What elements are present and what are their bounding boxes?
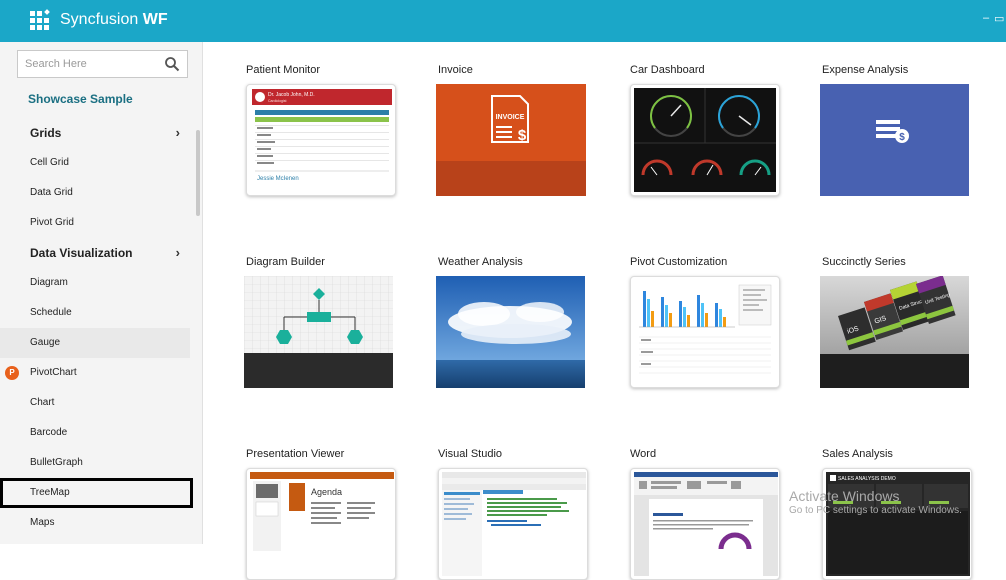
sidebar-item-label: Diagram <box>30 277 68 288</box>
sidebar-item-barcode[interactable]: Barcode <box>0 418 190 448</box>
sample-tile-car-dashboard[interactable]: Car Dashboard <box>630 64 780 196</box>
word-thumbnail[interactable] <box>630 468 780 580</box>
sidebar-scrollbar[interactable] <box>196 130 200 216</box>
doctor-role: Cardiologist <box>268 99 287 103</box>
sample-tile-visual-studio[interactable]: Visual Studio <box>438 448 588 580</box>
search-box <box>17 50 188 78</box>
sidebar-item-gauge[interactable]: Gauge <box>0 328 190 358</box>
chevron-right-icon: › <box>175 125 180 140</box>
app-title-prefix: Syncfusion <box>60 11 139 28</box>
diagram-builder-thumbnail[interactable] <box>244 276 393 388</box>
sample-tile-word[interactable]: Word <box>630 448 780 580</box>
svg-text:$: $ <box>899 132 905 143</box>
maximize-button[interactable]: ▭ <box>994 12 1004 25</box>
app-title-suffix: WF <box>142 11 168 28</box>
showcase-sample-header[interactable]: Showcase Sample <box>28 92 133 106</box>
sample-title: Sales Analysis <box>822 448 893 460</box>
sample-title: Patient Monitor <box>246 64 320 76</box>
pivot-customization-thumbnail[interactable] <box>630 276 780 388</box>
sample-title: Visual Studio <box>438 448 503 460</box>
sales-analysis-header: SALES ANALYSIS DEMO <box>838 476 896 482</box>
sidebar-item-label: Maps <box>30 517 55 528</box>
sidebar-item-label: BulletGraph <box>30 457 83 468</box>
sidebar-item-label: Chart <box>30 397 55 408</box>
sidebar: Showcase Sample Grids › Cell Grid Data Gr… <box>0 42 203 544</box>
sample-title: Word <box>630 448 657 460</box>
sidebar-item-label: Grids <box>30 126 62 140</box>
sidebar-item-treemap[interactable]: TreeMap <box>0 478 193 508</box>
sample-tile-succinctly-series[interactable]: Succinctly Series iOS GIS Data Structure… <box>820 256 972 388</box>
sidebar-item-grids[interactable]: Grids › <box>0 118 190 148</box>
sample-tile-patient-monitor[interactable]: Patient Monitor Dr. Jacob John, M.D. Car… <box>246 64 396 196</box>
sidebar-item-pivot-grid[interactable]: Pivot Grid <box>0 208 190 238</box>
sidebar-nav: Grids › Cell Grid Data Grid Pivot Grid Da… <box>0 118 193 538</box>
sidebar-item-schedule[interactable]: Schedule <box>0 298 190 328</box>
doctor-name: Dr. Jacob John, M.D. <box>268 92 315 98</box>
sample-title: Presentation Viewer <box>246 448 345 460</box>
sidebar-item-cell-grid[interactable]: Cell Grid <box>0 148 190 178</box>
sample-tile-diagram-builder[interactable]: Diagram Builder <box>244 256 396 388</box>
sidebar-item-label: Barcode <box>30 427 68 438</box>
sidebar-item-diagram[interactable]: Diagram <box>0 268 190 298</box>
sample-tile-sales-analysis[interactable]: Sales Analysis SALES ANALYSIS DEMO <box>822 448 972 580</box>
search-input[interactable] <box>18 51 158 77</box>
visual-studio-thumbnail[interactable] <box>438 468 588 580</box>
sales-analysis-thumbnail[interactable]: SALES ANALYSIS DEMO <box>822 468 972 580</box>
sidebar-item-maps[interactable]: Maps <box>0 508 190 538</box>
sidebar-item-chart[interactable]: Chart <box>0 388 190 418</box>
sample-tile-expense-analysis[interactable]: Expense Analysis $ <box>820 64 972 196</box>
sidebar-item-data-grid[interactable]: Data Grid <box>0 178 190 208</box>
expense-analysis-thumbnail[interactable]: $ <box>820 84 969 196</box>
sidebar-item-bulletgraph[interactable]: BulletGraph <box>0 448 190 478</box>
sidebar-item-label: PivotChart <box>30 367 77 378</box>
patient-name: Jessie McIenen <box>257 176 299 182</box>
sidebar-item-pivotchart[interactable]: P PivotChart <box>0 358 190 388</box>
invoice-label: INVOICE <box>496 114 525 121</box>
sample-tile-invoice[interactable]: Invoice INVOICE $ <box>436 64 588 196</box>
sample-title: Weather Analysis <box>438 256 523 268</box>
presentation-viewer-thumbnail[interactable]: Agenda <box>246 468 396 580</box>
sample-title: Diagram Builder <box>246 256 325 268</box>
invoice-thumbnail[interactable]: INVOICE $ <box>436 84 586 196</box>
sample-title: Invoice <box>438 64 473 76</box>
succinctly-series-thumbnail[interactable]: iOS GIS Data Structures Unit Testing <box>820 276 969 388</box>
sample-title: Car Dashboard <box>630 64 705 76</box>
chevron-right-icon: › <box>175 245 180 260</box>
sample-title: Pivot Customization <box>630 256 728 268</box>
sample-title: Expense Analysis <box>822 64 909 76</box>
sidebar-item-data-visualization[interactable]: Data Visualization › <box>0 238 190 268</box>
app-title: Syncfusion WF <box>60 11 168 29</box>
syncfusion-logo-icon <box>30 9 50 30</box>
preview-badge: P <box>5 366 19 380</box>
sample-title: Succinctly Series <box>822 256 906 268</box>
sidebar-item-label: Pivot Grid <box>30 217 74 228</box>
minimize-button[interactable]: – <box>983 12 989 24</box>
weather-analysis-thumbnail[interactable] <box>436 276 585 388</box>
sidebar-item-label: Cell Grid <box>30 157 69 168</box>
sidebar-item-label: Gauge <box>30 337 61 348</box>
agenda-heading: Agenda <box>311 487 342 497</box>
sample-tile-weather-analysis[interactable]: Weather Analysis <box>436 256 588 388</box>
sidebar-item-label: Data Grid <box>30 187 73 198</box>
car-dashboard-thumbnail[interactable] <box>630 84 780 196</box>
search-icon[interactable] <box>164 56 180 72</box>
sidebar-item-label: TreeMap <box>30 487 70 498</box>
dollar-symbol: $ <box>518 127 527 144</box>
sidebar-item-label: Data Visualization <box>30 246 133 260</box>
sidebar-item-label: Schedule <box>30 307 72 318</box>
sample-tile-pivot-customization[interactable]: Pivot Customization <box>630 256 780 388</box>
sample-tile-presentation-viewer[interactable]: Presentation Viewer Agenda <box>246 448 396 580</box>
title-bar: Syncfusion WF – ▭ <box>0 0 1006 42</box>
patient-monitor-thumbnail[interactable]: Dr. Jacob John, M.D. Cardiologist Jessie… <box>246 84 396 196</box>
